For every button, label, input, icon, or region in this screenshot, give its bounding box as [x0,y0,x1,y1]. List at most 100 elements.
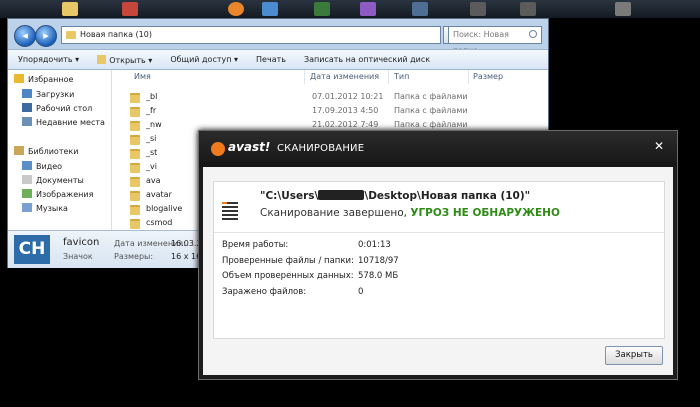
scan-path: "C:\Users\ \Desktop\Новая папка (10)" [260,190,530,202]
column-header-type[interactable]: Тип [394,70,409,84]
dialog-title: СКАНИРОВАНИЕ [277,143,365,154]
divider [214,232,664,233]
downloads-icon [22,89,32,98]
nav-label: Музыка [36,204,68,213]
nav-label: Избранное [28,75,74,84]
print-button[interactable]: Печать [256,55,286,64]
nav-item-video[interactable]: Видео [22,161,62,173]
details-size-value: 16 x 16 [171,252,202,261]
file-type: Папка с файлами [394,106,468,115]
libraries-header[interactable]: Библиотеки [14,146,78,158]
nav-item-recent[interactable]: Недавние места [22,117,105,129]
open-icon [97,54,107,64]
nav-label: Видео [36,162,63,171]
folder-icon [66,31,76,39]
nav-label: Рабочий стол [36,104,93,113]
folder-icon [130,163,140,173]
column-divider[interactable] [468,70,469,84]
folder-icon [130,205,140,215]
folder-icon [130,107,140,117]
file-name: ava [146,176,161,185]
search-icon [529,30,537,38]
stat-label: Заражено файлов: [222,287,307,297]
folder-icon [130,149,140,159]
column-divider[interactable] [304,70,305,84]
details-file-name: favicon [63,237,100,248]
file-thumbnail-icon: CH [14,235,50,264]
explorer-titlebar: ◂ ▸ Новая папка (10) Поиск: Новая папка.… [8,19,548,55]
nav-label: Недавние места [36,118,105,127]
open-button[interactable]: Открыть ▾ [97,54,153,65]
app-icon[interactable] [615,2,631,16]
avast-scan-dialog: avast! СКАНИРОВАНИЕ ✕ "C:\Users\ \Desktop… [198,130,678,380]
desktop-icon [22,103,32,112]
organize-button[interactable]: Упорядочить ▾ [18,55,79,64]
file-date: 07.01.2012 10:21 [312,92,384,101]
file-name: blogalive [146,204,183,213]
favorites-header[interactable]: Избранное [14,74,73,86]
scan-path-suffix: \Desktop\Новая папка (10)" [364,190,531,202]
documents-icon [22,175,32,184]
stat-value: 578.0 МБ [358,271,399,281]
nav-label: Загрузки [36,90,75,99]
stat-value: 10718/97 [358,256,399,266]
pictures-icon [22,189,32,198]
nav-item-downloads[interactable]: Загрузки [22,89,74,101]
avast-logo-icon [211,142,225,156]
browser-icon[interactable] [122,2,138,16]
avast-body: "C:\Users\ \Desktop\Новая папка (10)" Ска… [203,167,673,375]
stat-label: Объем проверенных данных: [222,271,354,281]
app-icon[interactable] [470,2,486,16]
file-name: avatar [146,190,172,199]
details-file-kind: Значок [63,252,93,261]
close-icon[interactable]: ✕ [649,137,669,155]
stat-label: Проверенные файлы / папки: [222,256,354,266]
folder-icon [130,219,140,229]
star-icon [14,74,24,83]
nav-item-music[interactable]: Музыка [22,203,68,215]
app-icon[interactable] [262,2,278,16]
close-button[interactable]: Закрыть [605,346,663,365]
column-header-size[interactable]: Размер [473,70,503,84]
folder-icon[interactable] [62,2,78,16]
app-icon[interactable] [520,2,536,16]
app-icon[interactable] [360,2,376,16]
file-row[interactable]: _fr 17.09.2013 4:50 Папка с файлами [112,104,548,118]
scan-status: Сканирование завершено, УГРОЗ НЕ ОБНАРУЖ… [260,207,560,219]
stat-value: 0:01:13 [358,240,391,250]
burn-button[interactable]: Записать на оптический диск [304,55,430,64]
forward-button[interactable]: ▸ [35,25,57,47]
file-name: _bl [146,92,158,101]
status-result: УГРОЗ НЕ ОБНАРУЖЕНО [410,207,560,219]
column-header-date[interactable]: Дата изменения [310,70,379,84]
firefox-icon[interactable] [228,2,244,16]
back-button[interactable]: ◂ [14,25,36,47]
nav-label: Документы [36,176,84,185]
app-icon[interactable] [314,2,330,16]
file-type: Папка с файлами [394,92,468,101]
search-input[interactable]: Поиск: Новая папка... [448,26,542,55]
stat-label: Время работы: [222,240,289,250]
share-button[interactable]: Общий доступ ▾ [170,55,238,64]
address-bar[interactable]: Новая папка (10) [61,26,441,44]
file-name: _fr [146,106,157,115]
column-header-name[interactable]: Имя [134,70,151,84]
file-row[interactable]: _bl 07.01.2012 10:21 Папка с файлами [112,90,548,104]
open-label: Открыть ▾ [109,55,153,65]
nav-item-documents[interactable]: Документы [22,175,84,187]
folder-icon [130,191,140,201]
avast-header: avast! СКАНИРОВАНИЕ ✕ [199,131,677,167]
taskbar [0,0,700,18]
nav-item-desktop[interactable]: Рабочий стол [22,103,92,115]
recent-places-icon [22,117,32,126]
folder-icon [130,121,140,131]
scan-result-panel: "C:\Users\ \Desktop\Новая папка (10)" Ска… [213,181,665,339]
avast-logo-text: avast! [228,140,271,154]
scan-report-icon [222,202,238,222]
details-size-label: Размеры: [114,252,154,261]
nav-item-pictures[interactable]: Изображения [22,189,93,201]
folder-icon [130,93,140,103]
app-icon[interactable] [412,2,428,16]
column-divider[interactable] [388,70,389,84]
file-name: csmod [146,218,173,227]
